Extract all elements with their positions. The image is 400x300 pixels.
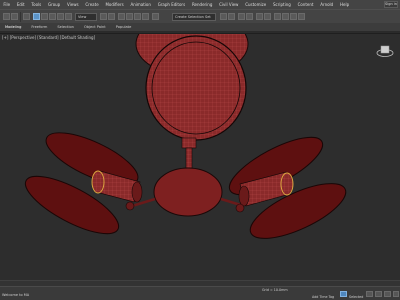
- select-by-name-icon[interactable]: [41, 13, 48, 20]
- percent-snap-icon[interactable]: [134, 13, 141, 20]
- tab-modeling[interactable]: Modeling: [0, 23, 26, 31]
- menu-arnold[interactable]: Arnold: [317, 0, 337, 9]
- redo-icon[interactable]: [11, 13, 18, 20]
- menu-civil-view[interactable]: Civil View: [216, 0, 242, 9]
- select-object-icon[interactable]: [33, 13, 40, 20]
- selected-label[interactable]: Selected: [349, 295, 363, 299]
- render-setup-icon[interactable]: [282, 13, 289, 20]
- material-editor-icon[interactable]: [274, 13, 281, 20]
- menu-content[interactable]: Content: [294, 0, 317, 9]
- render-frame-icon[interactable]: [290, 13, 297, 20]
- status-bar: Welcome to MA Grid = 10.0mm Add Time Tag…: [0, 286, 400, 300]
- 3d-model-scene[interactable]: [0, 34, 400, 287]
- menu-bar: File Edit Tools Group Views Create Modif…: [0, 0, 400, 9]
- menu-tools[interactable]: Tools: [28, 0, 45, 9]
- menu-help[interactable]: Help: [337, 0, 353, 9]
- layer-icon[interactable]: [238, 13, 245, 20]
- orbit-icon[interactable]: [384, 291, 391, 297]
- main-toolbar: View Create Selection Set: [0, 9, 400, 23]
- ribbon: Modeling Freeform Selection Object Paint…: [0, 23, 400, 32]
- grid-readout: Grid = 10.0mm: [262, 288, 288, 292]
- tab-object-paint[interactable]: Object Paint: [79, 23, 111, 31]
- menu-scripting[interactable]: Scripting: [270, 0, 295, 9]
- selection-set-dropdown[interactable]: Create Selection Set: [172, 13, 216, 21]
- auto-key-button[interactable]: [340, 291, 347, 297]
- schematic-view-icon[interactable]: [264, 13, 271, 20]
- zoom-icon[interactable]: [375, 291, 382, 297]
- menu-animation[interactable]: Animation: [127, 0, 154, 9]
- perspective-viewport[interactable]: [+] [Perspective] [Standard] [Default Sh…: [0, 33, 400, 286]
- scale-icon[interactable]: [65, 13, 72, 20]
- tab-populate[interactable]: Populate: [111, 23, 137, 31]
- pivot-icon[interactable]: [100, 13, 107, 20]
- scene-explorer-icon[interactable]: [246, 13, 253, 20]
- align-icon[interactable]: [228, 13, 235, 20]
- keyboard-shortcut-icon[interactable]: [108, 13, 115, 20]
- rotate-icon[interactable]: [57, 13, 64, 20]
- render-icon[interactable]: [298, 13, 305, 20]
- menu-group[interactable]: Group: [45, 0, 64, 9]
- reflector-disc[interactable]: [145, 35, 247, 141]
- menu-create[interactable]: Create: [82, 0, 102, 9]
- menu-graph-editors[interactable]: Graph Editors: [154, 0, 188, 9]
- neck-connector[interactable]: [181, 137, 197, 171]
- edit-named-sets-icon[interactable]: [152, 13, 159, 20]
- center-body[interactable]: [153, 167, 223, 217]
- toolbar-divider: [20, 12, 21, 22]
- reference-coordinate-dropdown[interactable]: View: [75, 13, 97, 21]
- mirror-icon[interactable]: [220, 13, 227, 20]
- angle-snap-icon[interactable]: [126, 13, 133, 20]
- play-icon[interactable]: [366, 291, 373, 297]
- menu-customize[interactable]: Customize: [242, 0, 270, 9]
- menu-edit[interactable]: Edit: [13, 0, 28, 9]
- move-icon[interactable]: [49, 13, 56, 20]
- undo-icon[interactable]: [3, 13, 10, 20]
- link-icon[interactable]: [23, 13, 30, 20]
- sign-in-button[interactable]: Sign in: [384, 1, 398, 8]
- spinner-snap-icon[interactable]: [142, 13, 149, 20]
- menu-file[interactable]: File: [0, 0, 13, 9]
- menu-modifiers[interactable]: Modifiers: [102, 0, 127, 9]
- tab-selection[interactable]: Selection: [52, 23, 79, 31]
- maximize-viewport-icon[interactable]: [393, 291, 399, 297]
- add-time-tag-button[interactable]: Add Time Tag: [312, 295, 334, 299]
- curve-editor-icon[interactable]: [256, 13, 263, 20]
- snap-icon[interactable]: [118, 13, 125, 20]
- menu-views[interactable]: Views: [64, 0, 82, 9]
- tab-freeform[interactable]: Freeform: [26, 23, 52, 31]
- status-message: Welcome to MA: [2, 293, 30, 297]
- menu-rendering[interactable]: Rendering: [189, 0, 216, 9]
